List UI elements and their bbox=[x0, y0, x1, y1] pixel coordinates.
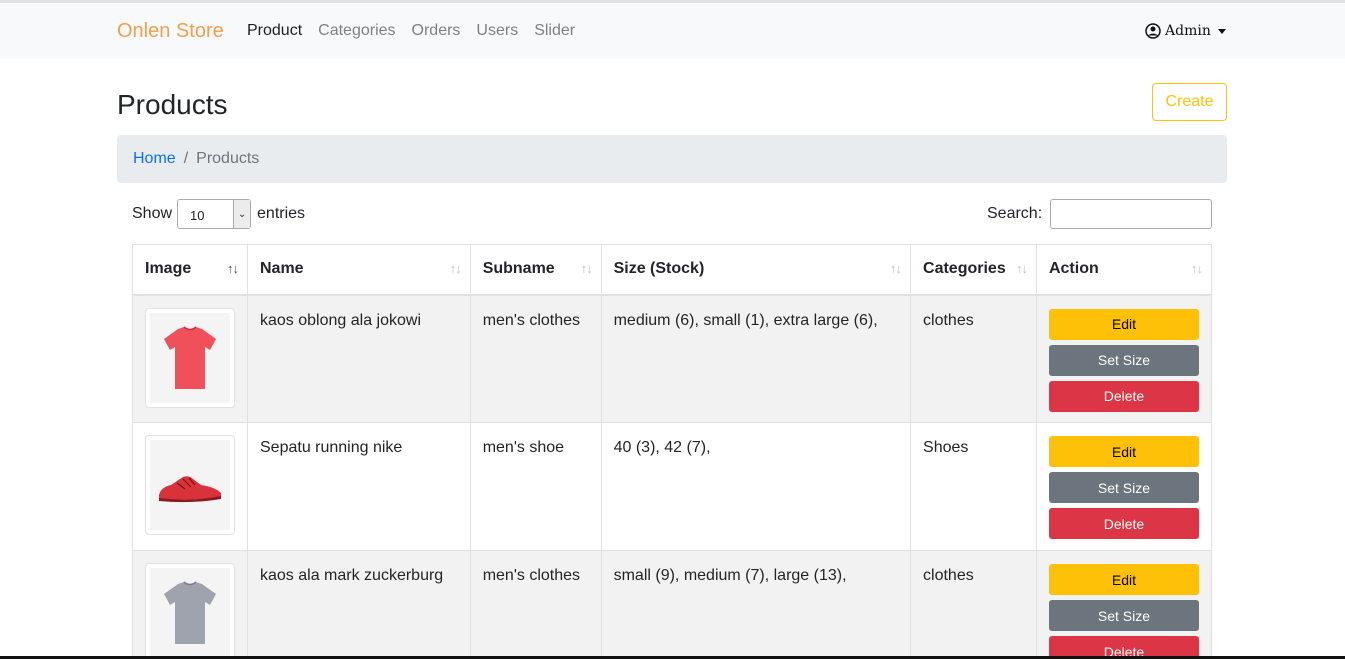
brand-link[interactable]: Onlen Store bbox=[117, 20, 224, 43]
action-cell: Edit Set Size Delete bbox=[1035, 294, 1213, 423]
product-size-stock-cell: medium (6), small (1), extra large (6), bbox=[600, 294, 912, 423]
user-circle-icon bbox=[1145, 23, 1161, 39]
image-cell bbox=[132, 294, 248, 423]
nav-link-users[interactable]: Users bbox=[476, 22, 518, 40]
column-header-subname[interactable]: Subname ↑↓ bbox=[469, 244, 602, 296]
set-size-button[interactable]: Set Size bbox=[1048, 472, 1199, 503]
user-menu-toggle[interactable]: Admin bbox=[1145, 23, 1226, 39]
column-header-label: Subname bbox=[482, 260, 555, 278]
product-category-cell: clothes bbox=[910, 294, 1037, 423]
red-running-shoe-image bbox=[159, 476, 221, 503]
table-header-row: Image ↑↓ Name ↑↓ Subname ↑↓ Size (Stock) ↑↓ … bbox=[132, 244, 1213, 296]
table-row: kaos oblong ala jokowi men's clothes med… bbox=[132, 294, 1213, 423]
search-input[interactable] bbox=[1050, 199, 1213, 229]
image-cell bbox=[132, 422, 248, 551]
sort-icon: ↑↓ bbox=[1191, 261, 1203, 276]
product-category-cell: Shoes bbox=[910, 422, 1037, 551]
product-name-cell: Sepatu running nike bbox=[247, 422, 471, 551]
edit-button[interactable]: Edit bbox=[1048, 436, 1199, 467]
sort-icon: ↑↓ bbox=[227, 261, 239, 276]
breadcrumb-home-link[interactable]: Home bbox=[133, 150, 176, 168]
set-size-button[interactable]: Set Size bbox=[1048, 600, 1199, 631]
delete-button[interactable]: Delete bbox=[1048, 380, 1199, 412]
navbar: Onlen Store Product Categories Orders Us… bbox=[0, 3, 1345, 59]
nav-links: Product Categories Orders Users Slider bbox=[247, 22, 591, 40]
sort-icon: ↑↓ bbox=[1015, 261, 1028, 276]
column-header-label: Action bbox=[1048, 260, 1099, 278]
search-label: Search: bbox=[987, 205, 1043, 222]
product-name-cell: kaos oblong ala jokowi bbox=[247, 294, 471, 423]
entries-select[interactable]: 10 ⌄ bbox=[177, 199, 252, 229]
product-subname-cell: men's shoe bbox=[469, 422, 602, 551]
delete-button[interactable]: Delete bbox=[1048, 508, 1199, 539]
sort-icon: ↑↓ bbox=[449, 261, 462, 276]
sort-icon: ↑↓ bbox=[890, 261, 902, 276]
table-row: kaos ala mark zuckerburg men's clothes s… bbox=[132, 550, 1213, 659]
show-label: Show bbox=[132, 205, 173, 222]
entries-control: Show 10 ⌄ entries bbox=[132, 199, 305, 229]
column-header-categories[interactable]: Categories ↑↓ bbox=[910, 244, 1037, 296]
product-category-cell: clothes bbox=[910, 550, 1037, 659]
nav-link-slider[interactable]: Slider bbox=[534, 22, 575, 40]
column-header-label: Categories bbox=[923, 260, 1006, 278]
red-tshirt-image bbox=[164, 325, 216, 389]
action-cell: Edit Set Size Delete bbox=[1035, 422, 1213, 551]
column-header-name[interactable]: Name ↑↓ bbox=[247, 244, 471, 296]
column-header-label: Name bbox=[260, 260, 304, 278]
table-row: Sepatu running nike men's shoe 40 (3), 4… bbox=[132, 422, 1213, 551]
caret-down-icon bbox=[1217, 28, 1226, 34]
product-thumbnail bbox=[145, 307, 235, 408]
gray-tshirt-image bbox=[164, 581, 216, 644]
edit-button[interactable]: Edit bbox=[1048, 564, 1199, 595]
product-subname-cell: men's clothes bbox=[469, 294, 602, 423]
chevron-down-icon: ⌄ bbox=[233, 200, 251, 228]
column-header-image[interactable]: Image ↑↓ bbox=[132, 244, 248, 296]
product-subname-cell: men's clothes bbox=[469, 550, 602, 659]
image-cell bbox=[132, 550, 248, 659]
column-header-size-stock[interactable]: Size (Stock) ↑↓ bbox=[600, 244, 912, 296]
page-title: Products bbox=[117, 89, 228, 120]
product-thumbnail bbox=[145, 563, 235, 659]
nav-link-orders[interactable]: Orders bbox=[412, 22, 461, 40]
nav-link-categories[interactable]: Categories bbox=[318, 22, 395, 40]
breadcrumb-current: Products bbox=[196, 150, 260, 167]
search-control: Search: bbox=[987, 199, 1213, 229]
breadcrumb-separator: / bbox=[183, 150, 189, 167]
column-header-label: Image bbox=[145, 260, 192, 278]
products-table: Image ↑↓ Name ↑↓ Subname ↑↓ Size (Stock) ↑↓ … bbox=[132, 244, 1213, 659]
sort-icon: ↑↓ bbox=[580, 261, 593, 276]
create-button[interactable]: Create bbox=[1152, 83, 1227, 121]
product-size-stock-cell: 40 (3), 42 (7), bbox=[600, 422, 912, 551]
breadcrumb: Home / Products bbox=[117, 135, 1227, 183]
nav-link-product[interactable]: Product bbox=[247, 22, 302, 40]
entries-label: entries bbox=[257, 205, 306, 222]
set-size-button[interactable]: Set Size bbox=[1048, 344, 1199, 376]
column-header-action[interactable]: Action ↑↓ bbox=[1035, 244, 1213, 296]
product-size-stock-cell: small (9), medium (7), large (13), bbox=[600, 550, 912, 659]
entries-select-value: 10 bbox=[190, 208, 205, 223]
column-header-label: Size (Stock) bbox=[613, 260, 705, 278]
action-cell: Edit Set Size Delete bbox=[1035, 550, 1213, 659]
user-menu-label: Admin bbox=[1165, 23, 1211, 39]
product-thumbnail bbox=[145, 435, 235, 535]
edit-button[interactable]: Edit bbox=[1048, 308, 1199, 340]
product-name-cell: kaos ala mark zuckerburg bbox=[247, 550, 471, 659]
